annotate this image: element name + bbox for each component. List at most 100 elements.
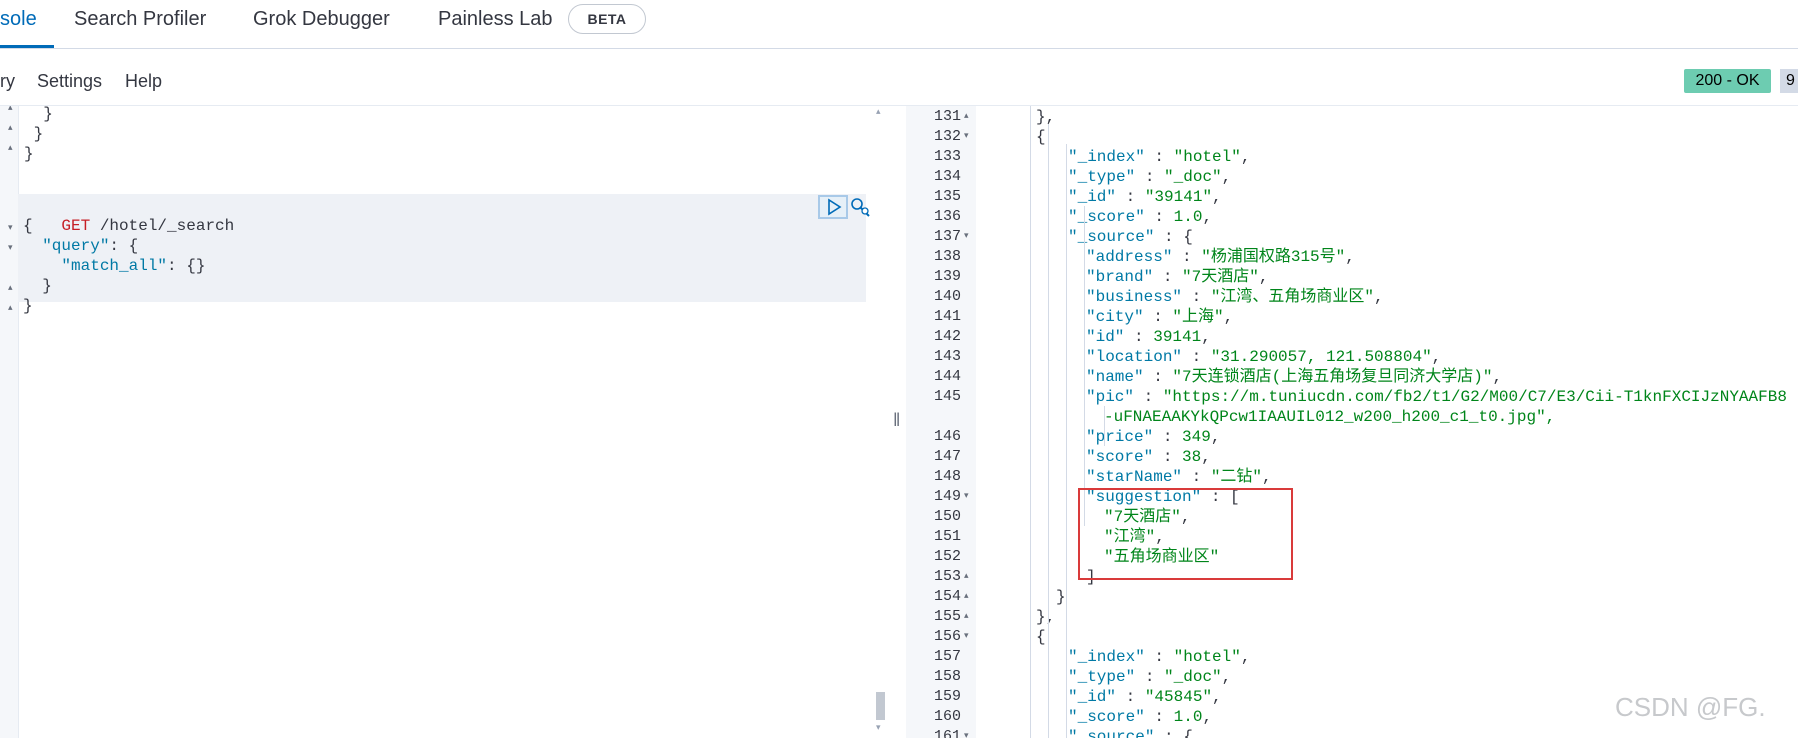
code-token: "business" [1086,288,1183,306]
line-number: 145 [933,388,961,405]
response-line: "location" : "31.290057, 121.508804", [1086,347,1441,367]
fold-up-icon[interactable]: ▴ [964,610,969,621]
request-editor-scrollbar[interactable] [872,106,888,738]
code-token: : [1182,468,1211,486]
fold-down-icon[interactable]: ▾ [964,130,969,141]
indent-guide [1066,144,1067,738]
code-token: "starName" [1086,468,1183,486]
line-number: 135 [933,188,961,205]
code-token: , [1374,288,1384,306]
indent-guide [1104,406,1105,446]
response-line: { [1036,627,1046,647]
line-number: 131 [933,108,961,125]
code-token: 38 [1182,448,1202,466]
code-token: , [1262,468,1272,486]
code-token: : [1143,368,1173,386]
code-token: 1.0 [1173,708,1203,726]
code-token: , [1221,168,1232,186]
annotation-highlight-box [1078,488,1293,580]
code-token: : [1124,328,1154,346]
tab-painless-lab[interactable]: Painless Lab [438,0,553,48]
code-token: "_type" [1068,668,1136,686]
code-token: "上海" [1172,308,1224,326]
console-menu-bar: ry Settings Help [0,49,1798,106]
line-number: 146 [933,428,961,445]
line-number: 151 [933,528,961,545]
code-token: , [1212,688,1222,706]
response-line: "brand" : "7天酒店", [1086,267,1268,287]
code-token: "江湾、五角场商业区" [1210,288,1375,306]
code-token: "name" [1086,368,1144,386]
code-token: "_doc" [1164,668,1222,686]
code-token: }, [1036,108,1056,126]
line-number: 157 [933,648,961,665]
code-token: , [1345,248,1355,266]
code-token: "location" [1086,348,1183,366]
fold-up-icon[interactable]: ▴ [964,110,969,121]
fold-down-icon[interactable]: ▾ [964,630,969,641]
code-token: "brand" [1086,268,1154,286]
fold-up-icon[interactable]: ▴ [964,590,969,601]
code-token: : [1116,688,1145,706]
request-method: GET [61,217,91,235]
code-token: "_doc" [1164,168,1222,186]
fold-down-icon[interactable]: ▾ [964,490,969,501]
code-token: "hotel" [1173,148,1241,166]
code-token: : [1116,188,1145,206]
code-token: "_score" [1068,708,1145,726]
code-token: "id" [1086,328,1125,346]
code-token: , [1202,708,1213,726]
tab-grok-debugger[interactable]: Grok Debugger [253,0,390,48]
line-number: 154 [933,588,961,605]
history-link[interactable]: ry [0,71,15,92]
indent-guide [1048,124,1049,738]
code-token: 349 [1182,428,1211,446]
code-token: , [1223,308,1234,326]
code-token: : [1135,168,1165,186]
line-number: 137 [933,228,961,245]
help-link[interactable]: Help [125,71,162,92]
fold-down-icon[interactable]: ▾ [964,730,969,738]
code-token: } [1056,588,1066,606]
code-token: : [1182,288,1211,306]
tab-console[interactable]: sole [0,0,37,48]
response-line: "_index" : "hotel", [1068,647,1250,667]
active-tab-indicator [0,45,54,48]
wrench-icon[interactable] [850,197,870,217]
code-token: "45845" [1144,688,1213,706]
line-number: 134 [933,168,961,185]
code-token: : [1144,648,1174,666]
line-number: 142 [933,328,961,345]
code-token: "7天酒店" [1182,268,1259,286]
settings-link[interactable]: Settings [37,71,102,92]
code-token: , [1201,328,1211,346]
code-token: , [1240,648,1251,666]
response-line: "starName" : "二钻", [1086,467,1272,487]
response-line: "_id" : "45845", [1068,687,1222,707]
tab-search-profiler[interactable]: Search Profiler [74,0,206,48]
response-line: "_type" : "_doc", [1068,167,1231,187]
code-token: : [1135,668,1165,686]
response-line: "_source" : { [1068,227,1193,247]
code-token: , [1210,428,1221,446]
scrollbar-thumb[interactable] [876,692,885,720]
code-line: } [24,145,34,163]
response-line: "price" : 349, [1086,427,1220,447]
line-number: 156 [933,628,961,645]
send-request-button[interactable] [818,195,848,219]
line-number: 150 [933,508,961,525]
line-number: 136 [933,208,961,225]
code-token: "二钻" [1210,468,1263,486]
code-token: "hotel" [1173,648,1241,666]
fold-down-icon[interactable]: ▾ [964,230,969,241]
line-number: 144 [933,368,961,385]
fold-up-icon[interactable]: ▴ [964,570,969,581]
code-token: "address" [1086,248,1173,266]
code-token: "39141" [1144,188,1213,206]
code-token: { [1036,628,1046,646]
response-line: "address" : "杨浦国权路315号", [1086,247,1355,267]
resize-handle-icon[interactable]: ‖ [893,410,900,431]
response-viewer[interactable]: 131 ▴}, 132 ▾{133 "_index" : "hotel", 134 "_ty… [906,106,1798,738]
request-editor[interactable]: ▴ ▴ ▴ ▾ ▾ ▴ ▴ } } } GET /hotel/_search {… [0,106,888,738]
code-token: "_type" [1068,168,1136,186]
